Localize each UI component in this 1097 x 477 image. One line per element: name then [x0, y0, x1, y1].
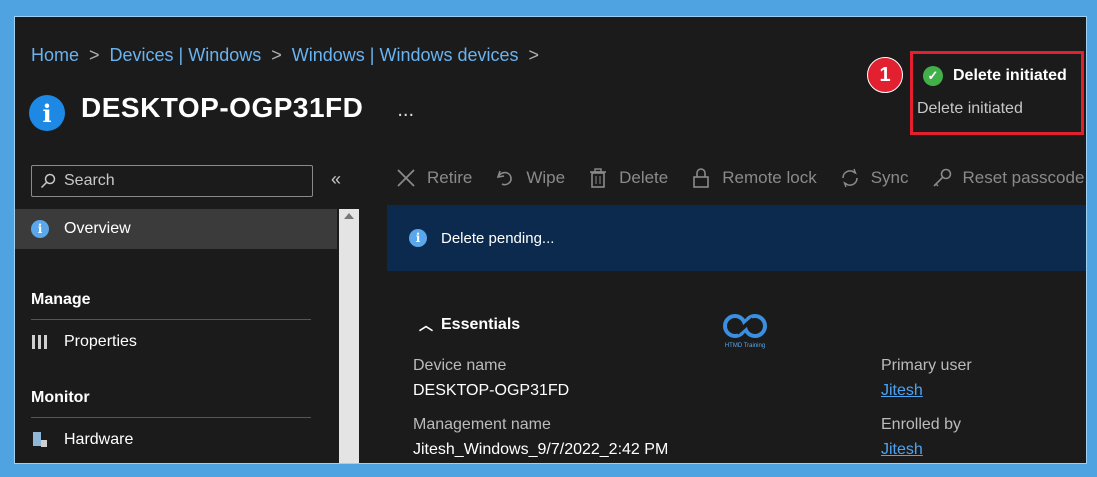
breadcrumb: Home > Devices | Windows > Windows | Win… [31, 45, 539, 66]
delete-pending-banner: i Delete pending... [387, 205, 1086, 271]
notification-title: Delete initiated [953, 67, 1067, 84]
page-title: DESKTOP-OGP31FD [81, 92, 364, 123]
primary-user-link[interactable]: Jitesh [881, 382, 923, 400]
sidebar-item-label: Hardware [64, 431, 134, 448]
info-icon: i [31, 220, 49, 238]
hardware-icon [33, 432, 47, 447]
sidebar: Search « i Overview Manage Properties Mo… [15, 157, 359, 463]
banner-message: Delete pending... [441, 229, 555, 247]
device-name-value: DESKTOP-OGP31FD [413, 382, 570, 399]
management-name-value: Jitesh_Windows_9/7/2022_2:42 PM [413, 441, 669, 458]
breadcrumb-separator: > [89, 45, 100, 65]
logo-icon [723, 314, 767, 338]
success-check-icon: ✓ [923, 66, 943, 86]
sync-label: Sync [870, 168, 909, 187]
wipe-button[interactable]: Wipe [494, 167, 565, 189]
search-placeholder: Search [64, 172, 115, 189]
sidebar-item-hardware[interactable]: Hardware [31, 431, 133, 449]
notification-title-row: ✓ Delete initiated [923, 66, 1067, 86]
section-heading-monitor: Monitor [31, 389, 90, 406]
breadcrumb-separator: > [271, 45, 282, 65]
info-icon: i [29, 95, 65, 131]
sidebar-item-label: Properties [64, 333, 137, 350]
key-icon [932, 168, 951, 187]
essentials-heading: Essentials [441, 316, 521, 333]
divider [31, 319, 311, 320]
watermark-text: HTMD Training [724, 343, 766, 349]
management-name-label: Management name [413, 416, 551, 433]
watermark-logo: HTMD Training [715, 311, 775, 355]
breadcrumb-devices-windows[interactable]: Devices | Windows [110, 45, 262, 66]
close-icon [397, 169, 415, 187]
portal-window: Home > Devices | Windows > Windows | Win… [14, 16, 1087, 464]
device-actions-toolbar: Retire Wipe Delete Remote lock Sync Rese… [395, 167, 1084, 189]
notification-message: Delete initiated [917, 100, 1023, 117]
retire-label: Retire [427, 168, 473, 187]
reset-passcode-button[interactable]: Reset passcode [931, 167, 1085, 189]
breadcrumb-windows-devices[interactable]: Windows | Windows devices [292, 45, 519, 66]
info-icon: i [409, 229, 427, 247]
lock-icon [693, 168, 710, 188]
sidebar-item-properties[interactable]: Properties [31, 333, 137, 351]
breadcrumb-home[interactable]: Home [31, 45, 79, 66]
sync-button[interactable]: Sync [839, 167, 909, 189]
sync-icon [841, 168, 858, 188]
chevron-up-icon: ︿ [419, 317, 433, 333]
reset-passcode-label: Reset passcode [962, 168, 1085, 187]
collapse-sidebar-button[interactable]: « [331, 169, 341, 190]
trash-icon [590, 168, 607, 188]
breadcrumb-separator: > [528, 45, 540, 65]
enrolled-by-label: Enrolled by [881, 416, 962, 433]
remote-lock-button[interactable]: Remote lock [690, 167, 817, 189]
sidebar-scrollbar[interactable] [339, 209, 359, 463]
remote-lock-label: Remote lock [722, 168, 817, 187]
device-name-label: Device name [413, 357, 507, 374]
search-input[interactable]: Search [31, 165, 313, 197]
scroll-up-icon[interactable] [344, 213, 354, 219]
divider [31, 417, 311, 418]
search-icon [40, 173, 56, 189]
enrolled-by-link[interactable]: Jitesh [881, 441, 923, 459]
primary-user-label: Primary user [881, 357, 972, 374]
properties-icon [32, 335, 47, 349]
more-options-button[interactable]: ... [397, 99, 414, 122]
title-row: i DESKTOP-OGP31FD ... [29, 85, 414, 131]
delete-button[interactable]: Delete [587, 167, 668, 189]
delete-label: Delete [619, 168, 669, 187]
step-badge: 1 [867, 57, 903, 93]
retire-button[interactable]: Retire [395, 167, 472, 189]
sidebar-item-overview[interactable]: i Overview [15, 209, 337, 249]
sidebar-item-label: Overview [64, 220, 131, 237]
section-heading-manage: Manage [31, 291, 91, 308]
undo-icon [497, 170, 513, 186]
essentials-toggle[interactable]: ︿ Essentials [419, 315, 520, 335]
wipe-label: Wipe [526, 168, 566, 187]
notification-toast[interactable]: ✓ Delete initiated Delete initiated [910, 51, 1084, 135]
